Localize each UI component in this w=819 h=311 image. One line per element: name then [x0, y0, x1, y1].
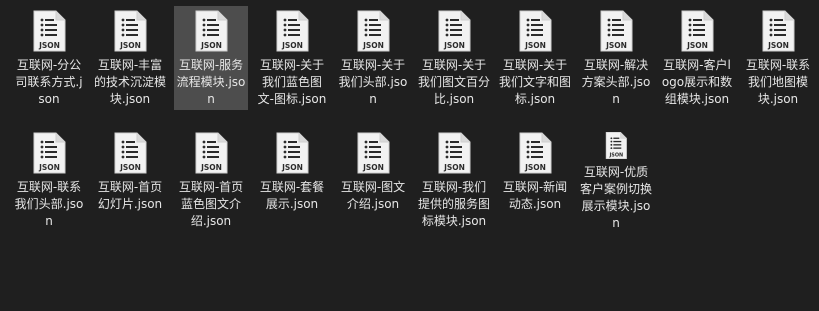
file-item-17[interactable]: JSON 互联网-新闻动态.json [498, 128, 572, 232]
json-file-icon: JSON [438, 10, 471, 52]
json-file-icon: JSON [195, 10, 228, 52]
file-name: 互联网-丰富的技术沉淀模块.json [94, 58, 167, 106]
file-name: 互联网-首页幻灯片.json [97, 180, 163, 211]
json-badge: JSON [119, 41, 141, 50]
json-file-icon: JSON [195, 132, 228, 174]
json-file-icon: JSON [357, 10, 390, 52]
json-file-icon: JSON [519, 132, 552, 174]
json-file-icon: JSON [33, 132, 66, 174]
file-item-16[interactable]: JSON 互联网-我们提供的服务图标模块.json [417, 128, 491, 232]
file-name: 互联网-关于我们图文百分比.json [418, 58, 491, 106]
json-badge: JSON [281, 163, 303, 172]
file-item-1[interactable]: JSON 互联网-分公司联系方式.json [12, 6, 86, 110]
json-file-icon: JSON [681, 10, 714, 52]
json-badge: JSON [443, 163, 465, 172]
file-name: 互联网-关于我们蓝色图文-图标.json [257, 58, 327, 106]
file-name: 互联网-解决方案头部.json [581, 58, 651, 106]
file-item-11[interactable]: JSON 互联网-联系我们头部.json [12, 128, 86, 232]
file-name: 互联网-套餐展示.json [259, 180, 325, 211]
file-name: 互联网-我们提供的服务图标模块.json [418, 180, 491, 228]
json-file-icon: JSON [114, 10, 147, 52]
json-file-icon: JSON [357, 132, 390, 174]
file-item-13[interactable]: JSON 互联网-首页蓝色图文介绍.json [174, 128, 248, 232]
file-item-4[interactable]: JSON 互联网-关于我们蓝色图文-图标.json [255, 6, 329, 110]
file-item-5[interactable]: JSON 互联网-关于我们头部.json [336, 6, 410, 110]
json-badge: JSON [443, 41, 465, 50]
file-name: 互联网-关于我们头部.json [338, 58, 408, 106]
json-badge: JSON [281, 41, 303, 50]
json-file-icon: JSON [600, 10, 633, 52]
json-file-icon: JSON [276, 10, 309, 52]
file-grid: JSON 互联网-分公司联系方式.json JSON 互联网-丰富的技术沉淀模块… [12, 6, 817, 250]
json-badge: JSON [362, 163, 384, 172]
file-item-18[interactable]: JSON 互联网-优质客户案例切换展示模块.json [579, 128, 653, 232]
json-file-icon: JSON [438, 132, 471, 174]
file-item-15[interactable]: JSON 互联网-图文介绍.json [336, 128, 410, 232]
json-file-icon: JSON [762, 10, 795, 52]
file-item-10[interactable]: JSON 互联网-联系我们地图模块.json [741, 6, 815, 110]
file-item-3[interactable]: JSON 互联网-服务流程模块.json [174, 6, 248, 110]
json-file-icon: JSON [114, 132, 147, 174]
json-badge: JSON [605, 41, 627, 50]
file-item-8[interactable]: JSON 互联网-解决方案头部.json [579, 6, 653, 110]
json-badge: JSON [686, 41, 708, 50]
file-name: 互联网-客户logo展示和数组模块.json [661, 58, 733, 106]
file-item-9[interactable]: JSON 互联网-客户logo展示和数组模块.json [660, 6, 734, 110]
file-name: 互联网-新闻动态.json [502, 180, 568, 211]
file-name: 互联网-关于我们文字和图标.json [499, 58, 572, 106]
file-name: 互联网-分公司联系方式.json [15, 58, 83, 106]
file-name: 互联网-首页蓝色图文介绍.json [178, 180, 244, 228]
json-badge: JSON [38, 163, 60, 172]
json-badge: JSON [200, 163, 222, 172]
json-badge: JSON [767, 41, 789, 50]
json-badge: JSON [119, 163, 141, 172]
json-file-icon: JSON [605, 131, 627, 160]
file-item-12[interactable]: JSON 互联网-首页幻灯片.json [93, 128, 167, 232]
file-item-6[interactable]: JSON 互联网-关于我们图文百分比.json [417, 6, 491, 110]
file-item-2[interactable]: JSON 互联网-丰富的技术沉淀模块.json [93, 6, 167, 110]
json-badge: JSON [38, 41, 60, 50]
json-badge: JSON [524, 163, 546, 172]
json-file-icon: JSON [276, 132, 309, 174]
file-item-14[interactable]: JSON 互联网-套餐展示.json [255, 128, 329, 232]
file-item-7[interactable]: JSON 互联网-关于我们文字和图标.json [498, 6, 572, 110]
json-file-icon: JSON [33, 10, 66, 52]
json-badge: JSON [362, 41, 384, 50]
file-name: 互联网-联系我们头部.json [14, 180, 84, 228]
file-name: 互联网-图文介绍.json [340, 180, 406, 211]
json-file-icon: JSON [519, 10, 552, 52]
file-name: 互联网-联系我们地图模块.json [745, 58, 811, 106]
file-name: 互联网-优质客户案例切换展示模块.json [580, 165, 653, 230]
json-badge: JSON [200, 41, 222, 50]
json-badge: JSON [608, 153, 623, 159]
json-badge: JSON [524, 41, 546, 50]
file-name: 互联网-服务流程模块.json [176, 58, 246, 106]
